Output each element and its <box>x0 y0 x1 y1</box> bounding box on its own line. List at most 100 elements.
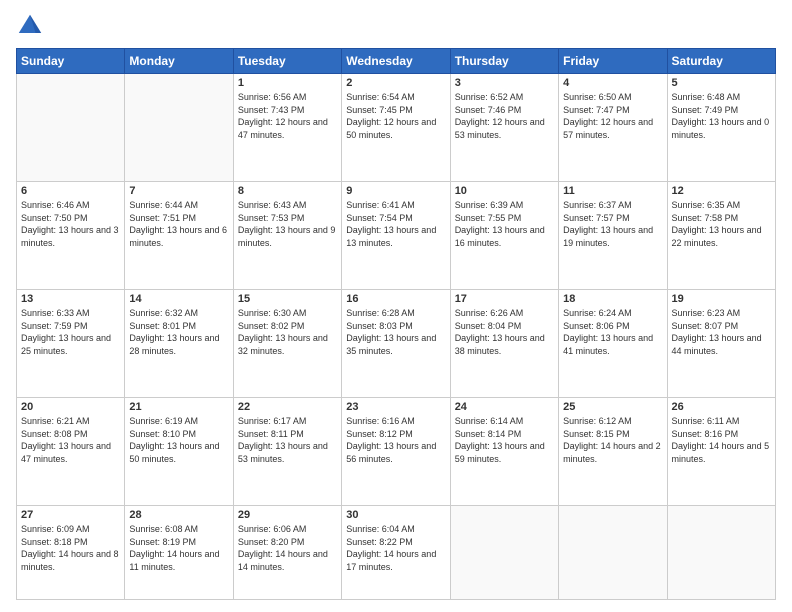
day-number: 25 <box>563 401 662 413</box>
calendar-dow-friday: Friday <box>559 49 667 74</box>
calendar-cell: 19 Sunrise: 6:23 AM Sunset: 8:07 PM Dayli… <box>667 289 775 397</box>
day-number: 23 <box>346 401 445 413</box>
day-number: 2 <box>346 77 445 89</box>
calendar-cell: 27 Sunrise: 6:09 AM Sunset: 8:18 PM Dayli… <box>17 505 125 599</box>
day-number: 17 <box>455 293 554 305</box>
calendar-cell: 18Sunrise: 6:24 AM Sunset: 8:06 PM Dayli… <box>559 289 667 397</box>
calendar-dow-thursday: Thursday <box>450 49 558 74</box>
day-number: 3 <box>455 77 554 89</box>
calendar-dow-sunday: Sunday <box>17 49 125 74</box>
day-number: 26 <box>672 401 771 413</box>
calendar-cell: 26 Sunrise: 6:11 AM Sunset: 8:16 PM Dayli… <box>667 397 775 505</box>
day-number: 15 <box>238 293 337 305</box>
day-info: Sunrise: 6:48 AM Sunset: 7:49 PM Dayligh… <box>672 91 771 141</box>
calendar-cell <box>125 74 233 182</box>
day-info: Sunrise: 6:12 AM Sunset: 8:15 PM Dayligh… <box>563 415 662 465</box>
day-info: Sunrise: 6:54 AM Sunset: 7:45 PM Dayligh… <box>346 91 445 141</box>
day-info: Sunrise: 6:41 AM Sunset: 7:54 PM Dayligh… <box>346 199 445 249</box>
day-info: Sunrise: 6:23 AM Sunset: 8:07 PM Dayligh… <box>672 307 771 357</box>
calendar-week-4: 20Sunrise: 6:21 AM Sunset: 8:08 PM Dayli… <box>17 397 776 505</box>
calendar-cell <box>450 505 558 599</box>
calendar-cell: 24Sunrise: 6:14 AM Sunset: 8:14 PM Dayli… <box>450 397 558 505</box>
day-info: Sunrise: 6:28 AM Sunset: 8:03 PM Dayligh… <box>346 307 445 357</box>
day-number: 19 <box>672 293 771 305</box>
calendar-cell: 13 Sunrise: 6:33 AM Sunset: 7:59 PM Dayli… <box>17 289 125 397</box>
day-info: Sunrise: 6:26 AM Sunset: 8:04 PM Dayligh… <box>455 307 554 357</box>
day-number: 18 <box>563 293 662 305</box>
day-number: 6 <box>21 185 120 197</box>
day-number: 8 <box>238 185 337 197</box>
day-info: Sunrise: 6:17 AM Sunset: 8:11 PM Dayligh… <box>238 415 337 465</box>
calendar-cell <box>667 505 775 599</box>
calendar-cell: 21 Sunrise: 6:19 AM Sunset: 8:10 PM Dayli… <box>125 397 233 505</box>
calendar-cell: 7 Sunrise: 6:44 AM Sunset: 7:51 PM Daylig… <box>125 181 233 289</box>
day-number: 11 <box>563 185 662 197</box>
calendar-cell: 25 Sunrise: 6:12 AM Sunset: 8:15 PM Dayli… <box>559 397 667 505</box>
day-info: Sunrise: 6:50 AM Sunset: 7:47 PM Dayligh… <box>563 91 662 141</box>
day-info: Sunrise: 6:30 AM Sunset: 8:02 PM Dayligh… <box>238 307 337 357</box>
day-info: Sunrise: 6:44 AM Sunset: 7:51 PM Dayligh… <box>129 199 228 249</box>
day-info: Sunrise: 6:52 AM Sunset: 7:46 PM Dayligh… <box>455 91 554 141</box>
calendar-week-3: 13 Sunrise: 6:33 AM Sunset: 7:59 PM Dayli… <box>17 289 776 397</box>
calendar-dow-tuesday: Tuesday <box>233 49 341 74</box>
calendar-week-5: 27 Sunrise: 6:09 AM Sunset: 8:18 PM Dayli… <box>17 505 776 599</box>
calendar-cell: 8 Sunrise: 6:43 AM Sunset: 7:53 PM Daylig… <box>233 181 341 289</box>
calendar-cell: 22 Sunrise: 6:17 AM Sunset: 8:11 PM Dayli… <box>233 397 341 505</box>
day-info: Sunrise: 6:11 AM Sunset: 8:16 PM Dayligh… <box>672 415 771 465</box>
calendar-cell <box>17 74 125 182</box>
logo-icon <box>16 12 44 40</box>
calendar-cell: 5 Sunrise: 6:48 AM Sunset: 7:49 PM Daylig… <box>667 74 775 182</box>
day-info: Sunrise: 6:09 AM Sunset: 8:18 PM Dayligh… <box>21 523 120 573</box>
day-info: Sunrise: 6:46 AM Sunset: 7:50 PM Dayligh… <box>21 199 120 249</box>
day-number: 28 <box>129 509 228 521</box>
page: SundayMondayTuesdayWednesdayThursdayFrid… <box>0 0 792 612</box>
day-number: 16 <box>346 293 445 305</box>
calendar-cell: 30 Sunrise: 6:04 AM Sunset: 8:22 PM Dayli… <box>342 505 450 599</box>
day-info: Sunrise: 6:19 AM Sunset: 8:10 PM Dayligh… <box>129 415 228 465</box>
day-number: 7 <box>129 185 228 197</box>
day-number: 14 <box>129 293 228 305</box>
day-number: 12 <box>672 185 771 197</box>
calendar-cell: 20Sunrise: 6:21 AM Sunset: 8:08 PM Dayli… <box>17 397 125 505</box>
calendar-cell: 9Sunrise: 6:41 AM Sunset: 7:54 PM Daylig… <box>342 181 450 289</box>
day-info: Sunrise: 6:33 AM Sunset: 7:59 PM Dayligh… <box>21 307 120 357</box>
header <box>16 12 776 40</box>
calendar-week-2: 6 Sunrise: 6:46 AM Sunset: 7:50 PM Daylig… <box>17 181 776 289</box>
day-info: Sunrise: 6:21 AM Sunset: 8:08 PM Dayligh… <box>21 415 120 465</box>
day-number: 10 <box>455 185 554 197</box>
calendar-cell: 2 Sunrise: 6:54 AM Sunset: 7:45 PM Daylig… <box>342 74 450 182</box>
day-number: 13 <box>21 293 120 305</box>
day-number: 4 <box>563 77 662 89</box>
calendar-cell <box>559 505 667 599</box>
day-info: Sunrise: 6:39 AM Sunset: 7:55 PM Dayligh… <box>455 199 554 249</box>
day-info: Sunrise: 6:04 AM Sunset: 8:22 PM Dayligh… <box>346 523 445 573</box>
calendar-week-1: 1Sunrise: 6:56 AM Sunset: 7:43 PM Daylig… <box>17 74 776 182</box>
calendar-dow-monday: Monday <box>125 49 233 74</box>
day-info: Sunrise: 6:37 AM Sunset: 7:57 PM Dayligh… <box>563 199 662 249</box>
day-number: 30 <box>346 509 445 521</box>
day-number: 24 <box>455 401 554 413</box>
calendar-cell: 14 Sunrise: 6:32 AM Sunset: 8:01 PM Dayli… <box>125 289 233 397</box>
calendar-table: SundayMondayTuesdayWednesdayThursdayFrid… <box>16 48 776 600</box>
day-info: Sunrise: 6:35 AM Sunset: 7:58 PM Dayligh… <box>672 199 771 249</box>
calendar-cell: 12 Sunrise: 6:35 AM Sunset: 7:58 PM Dayli… <box>667 181 775 289</box>
day-info: Sunrise: 6:43 AM Sunset: 7:53 PM Dayligh… <box>238 199 337 249</box>
calendar-cell: 1Sunrise: 6:56 AM Sunset: 7:43 PM Daylig… <box>233 74 341 182</box>
day-info: Sunrise: 6:06 AM Sunset: 8:20 PM Dayligh… <box>238 523 337 573</box>
day-info: Sunrise: 6:32 AM Sunset: 8:01 PM Dayligh… <box>129 307 228 357</box>
day-info: Sunrise: 6:08 AM Sunset: 8:19 PM Dayligh… <box>129 523 228 573</box>
day-number: 27 <box>21 509 120 521</box>
day-number: 1 <box>238 77 337 89</box>
calendar-cell: 29 Sunrise: 6:06 AM Sunset: 8:20 PM Dayli… <box>233 505 341 599</box>
day-number: 29 <box>238 509 337 521</box>
calendar-cell: 23Sunrise: 6:16 AM Sunset: 8:12 PM Dayli… <box>342 397 450 505</box>
calendar-cell: 15 Sunrise: 6:30 AM Sunset: 8:02 PM Dayli… <box>233 289 341 397</box>
calendar-cell: 3 Sunrise: 6:52 AM Sunset: 7:46 PM Daylig… <box>450 74 558 182</box>
calendar-cell: 11 Sunrise: 6:37 AM Sunset: 7:57 PM Dayli… <box>559 181 667 289</box>
day-number: 22 <box>238 401 337 413</box>
day-number: 21 <box>129 401 228 413</box>
calendar-header-row: SundayMondayTuesdayWednesdayThursdayFrid… <box>17 49 776 74</box>
calendar-cell: 4 Sunrise: 6:50 AM Sunset: 7:47 PM Daylig… <box>559 74 667 182</box>
day-number: 5 <box>672 77 771 89</box>
calendar-cell: 6 Sunrise: 6:46 AM Sunset: 7:50 PM Daylig… <box>17 181 125 289</box>
